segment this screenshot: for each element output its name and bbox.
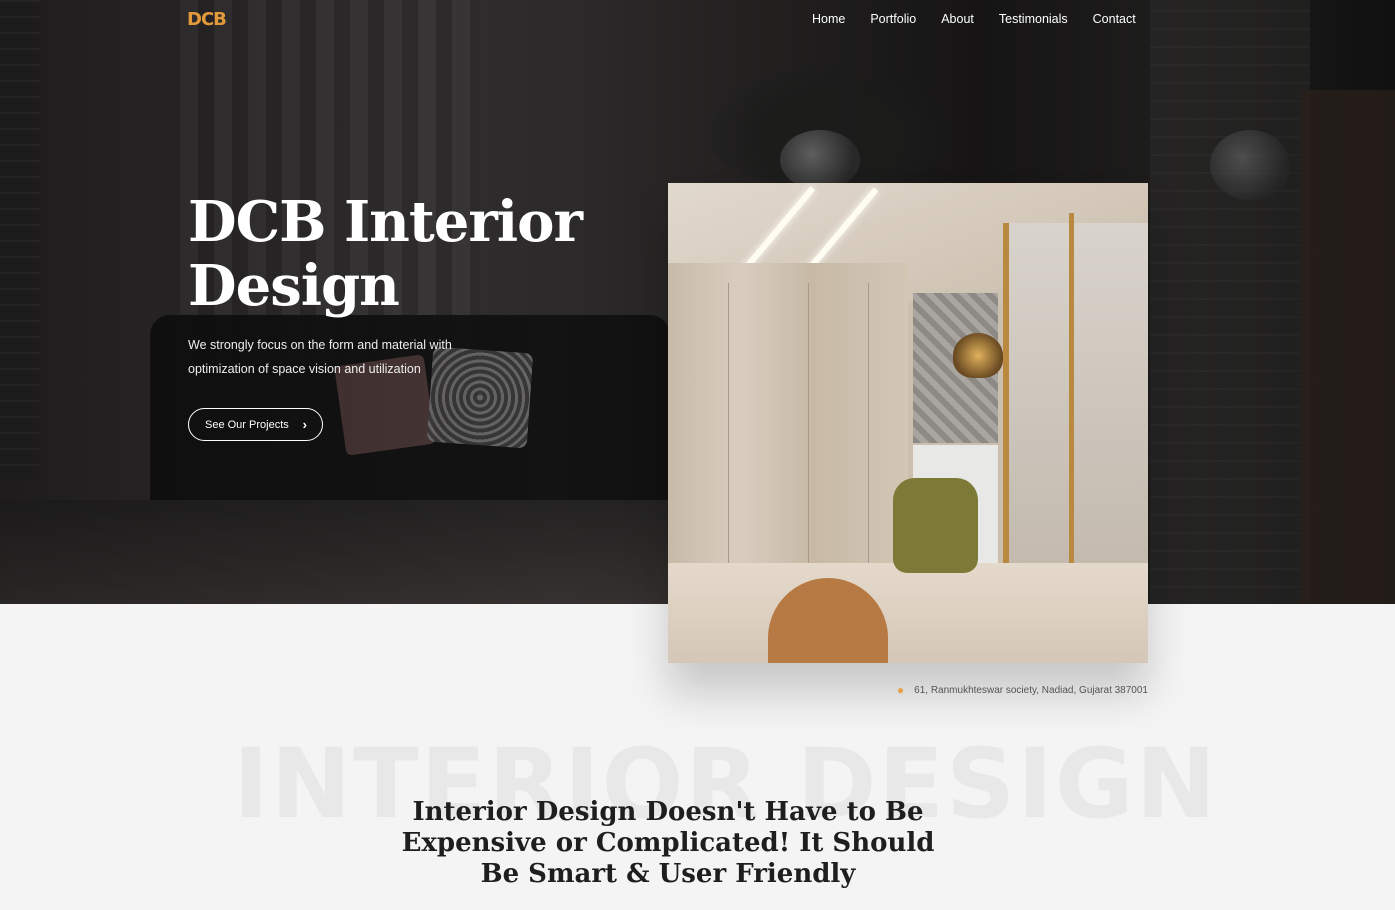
nav-item-testimonials[interactable]: Testimonials bbox=[999, 12, 1068, 26]
section-heading: Interior Design Doesn't Have to Be Expen… bbox=[401, 797, 935, 889]
main-nav: Home Portfolio About Testimonials Contac… bbox=[812, 12, 1161, 26]
hero-title-line: DCB Interior bbox=[188, 189, 583, 255]
see-projects-button[interactable]: See Our Projects › bbox=[188, 408, 323, 441]
address-line: ● 61, Ranmukhteswar society, Nadiad, Guj… bbox=[897, 683, 1148, 697]
nav-item-contact[interactable]: Contact bbox=[1093, 12, 1136, 26]
see-projects-label: See Our Projects bbox=[205, 418, 289, 431]
map-pin-icon: ● bbox=[896, 683, 905, 697]
wardrobe-panel-line bbox=[728, 283, 729, 583]
nav-item-home[interactable]: Home bbox=[812, 12, 845, 26]
address-text: 61, Ranmukhteswar society, Nadiad, Gujar… bbox=[914, 684, 1148, 696]
featured-interior-image bbox=[668, 183, 1148, 663]
image-wardrobe bbox=[668, 263, 908, 603]
hero-title: DCB Interior Design bbox=[188, 190, 608, 318]
nav-item-about[interactable]: About bbox=[941, 12, 974, 26]
hero-description: We strongly focus on the form and materi… bbox=[188, 338, 452, 376]
image-armchair bbox=[893, 478, 978, 573]
image-floor bbox=[668, 563, 1148, 663]
wardrobe-panel-line bbox=[808, 283, 809, 583]
site-logo[interactable]: DCB bbox=[187, 9, 227, 30]
chevron-right-icon: › bbox=[302, 417, 307, 432]
image-pendant-lamp bbox=[953, 333, 1003, 378]
wardrobe-panel-line bbox=[868, 283, 869, 583]
hero-title-line: Design bbox=[188, 253, 400, 319]
nav-item-portfolio[interactable]: Portfolio bbox=[870, 12, 916, 26]
